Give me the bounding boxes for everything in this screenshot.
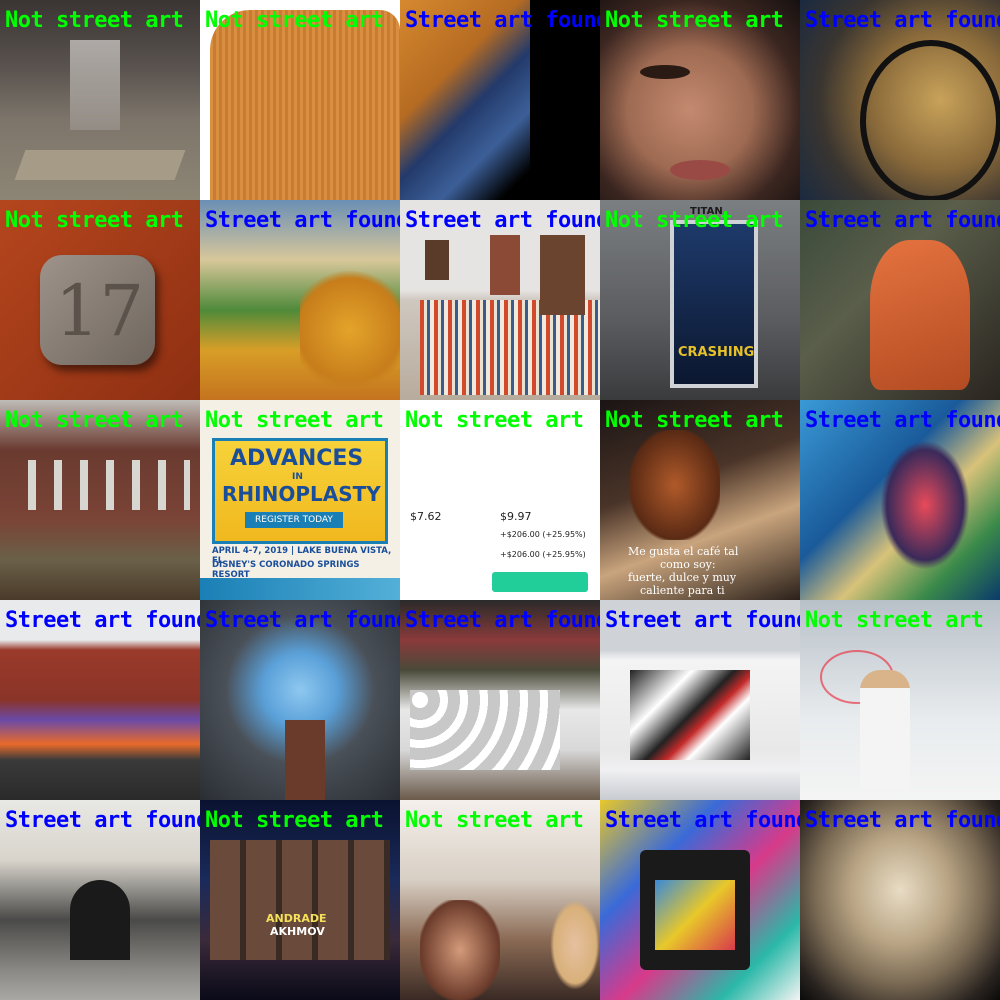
classification-label: Street art found <box>205 208 400 233</box>
tile-15-skeleton-mural[interactable]: Street art found <box>800 400 1000 600</box>
classification-label: Street art found <box>205 608 400 633</box>
eye <box>640 65 690 79</box>
classification-label: Not street art <box>205 8 384 33</box>
poster-bottom <box>200 578 400 600</box>
tile-7-landscape-painting[interactable]: Street art found <box>200 200 400 400</box>
tile-12-rhinoplasty-poster[interactable]: ADVANCES IN RHINOPLASTY REGISTER TODAY A… <box>200 400 400 600</box>
frame-3 <box>540 235 585 315</box>
gain-row-1: +$206.00 (+25.95%) <box>500 530 586 539</box>
tile-2-orange-shirt[interactable]: Not street art <box>200 0 400 200</box>
classification-label: Not street art <box>5 8 184 33</box>
tree-cluster <box>300 260 400 400</box>
white-bottles <box>410 690 560 770</box>
main-fighter-2: AKHMOV <box>270 925 325 938</box>
ad-line-4: caliente para ti <box>640 584 725 597</box>
classification-label: Street art found <box>805 8 1000 33</box>
tile-16-mural-house[interactable]: Street art found <box>0 600 200 800</box>
billboard-title: CRASHING <box>678 345 755 360</box>
value-2: $9.97 <box>500 510 532 523</box>
classification-label: Street art found <box>805 208 1000 233</box>
billboard-panel <box>670 220 758 388</box>
classification-label: Street art found <box>805 808 1000 833</box>
tile-6-house-number[interactable]: 17 Not street art <box>0 200 200 400</box>
tile-3-shoe-mural[interactable]: Street art found <box>400 0 600 200</box>
classification-label: Not street art <box>5 408 184 433</box>
tile-10-orange-dress[interactable]: Street art found <box>800 200 1000 400</box>
classification-label: Not street art <box>605 408 784 433</box>
classification-label: Not street art <box>605 8 784 33</box>
doorway <box>70 880 130 960</box>
classification-label: Street art found <box>405 608 600 633</box>
tile-13-finance-app[interactable]: $7.62 $9.97 +$206.00 (+25.95%) +$206.00 … <box>400 400 600 600</box>
shed-mural <box>630 670 750 760</box>
windows <box>10 460 190 510</box>
ad-line-2: como soy: <box>660 558 716 571</box>
poster-subtitle: RHINOPLASTY <box>222 482 381 506</box>
poster-venue: DISNEY'S CORONADO SPRINGS RESORT <box>212 560 360 580</box>
classification-label: Not street art <box>405 408 584 433</box>
figure <box>880 440 970 570</box>
gain-row-2: +$206.00 (+25.95%) <box>500 550 586 559</box>
tile-1-office-interior[interactable]: Not street art <box>0 0 200 200</box>
register-button[interactable]: REGISTER TODAY <box>245 512 343 528</box>
tile-9-billboard[interactable]: TITAN CRASHING Not street art <box>600 200 800 400</box>
tile-17-skyscrapers[interactable]: Street art found <box>200 600 400 800</box>
tile-24-camera-graffiti[interactable]: Street art found <box>600 800 800 1000</box>
tile-14-coffee-ad[interactable]: Me gusta el café tal como soy: fuerte, d… <box>600 400 800 600</box>
man-face <box>420 900 500 1000</box>
graffiti-swirl <box>860 40 1000 200</box>
classification-label: Not street art <box>205 408 384 433</box>
tile-25-blonde-hair[interactable]: Street art found <box>800 800 1000 1000</box>
classification-label: Street art found <box>805 408 1000 433</box>
classification-label: Not street art <box>605 208 784 233</box>
classification-label: Not street art <box>5 208 184 233</box>
floor-tape <box>14 150 186 180</box>
classification-label: Street art found <box>405 208 600 233</box>
classification-label: Not street art <box>405 808 584 833</box>
shirt-shape <box>210 10 400 200</box>
ad-line-1: Me gusta el café tal <box>628 545 739 558</box>
center-tower <box>285 720 325 800</box>
value-1: $7.62 <box>410 510 442 523</box>
tile-21-townhouse[interactable]: Street art found <box>0 800 200 1000</box>
classification-label: Not street art <box>805 608 984 633</box>
tile-4-face-portrait[interactable]: Not street art <box>600 0 800 200</box>
classification-label: Street art found <box>605 808 800 833</box>
tile-22-fight-poster[interactable]: ANDRADE AKHMOV Not street art <box>200 800 400 1000</box>
frame-2 <box>490 235 520 295</box>
woman-hair <box>630 430 720 540</box>
classification-label: Street art found <box>605 608 800 633</box>
classification-label: Street art found <box>5 808 200 833</box>
camera-screen <box>655 880 735 950</box>
fighters <box>210 840 390 960</box>
tile-18-shop-display[interactable]: Street art found <box>400 600 600 800</box>
orange-dress <box>870 240 970 390</box>
ad-line-3: fuerte, dulce y muy <box>628 571 737 584</box>
classification-label: Street art found <box>5 608 200 633</box>
white-dress <box>860 670 910 790</box>
poster-title: ADVANCES <box>230 446 364 471</box>
poster-in: IN <box>292 472 303 482</box>
tile-11-brick-building[interactable]: Not street art <box>0 400 200 600</box>
tile-23-party-crowd[interactable]: Not street art <box>400 800 600 1000</box>
tile-19-painted-shed[interactable]: Street art found <box>600 600 800 800</box>
frame-1 <box>425 240 449 280</box>
woman-face <box>550 900 600 990</box>
plaque-number: 17 <box>55 270 145 352</box>
classification-label: Not street art <box>205 808 384 833</box>
doorway-light <box>70 40 120 130</box>
classification-label: Street art found <box>405 8 600 33</box>
tile-5-graffiti-wall[interactable]: Street art found <box>800 0 1000 200</box>
classification-grid: Not street art Not street art Street art… <box>0 0 1000 1000</box>
tile-8-gallery-bookshelf[interactable]: Street art found <box>400 200 600 400</box>
trade-button[interactable] <box>492 572 588 592</box>
lips <box>670 160 730 180</box>
tile-20-neon-woman[interactable]: Not street art <box>800 600 1000 800</box>
main-fighter-1: ANDRADE <box>266 912 327 925</box>
